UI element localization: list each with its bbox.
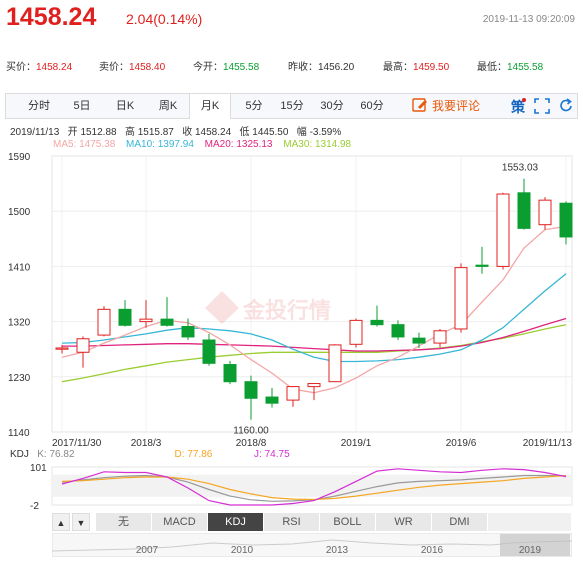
kdj-legend: KDJ K: 76.82 D: 77.86 J: 74.75 (10, 449, 290, 460)
candle-body[interactable] (118, 308, 132, 326)
candle-body[interactable] (475, 264, 489, 267)
tab-dmi[interactable]: DMI (432, 513, 488, 531)
x-tick-label: 2019/1 (341, 438, 372, 448)
max-price-annotation: 1553.03 (502, 163, 539, 174)
navigator-year-label: 2016 (421, 545, 444, 556)
candle-body[interactable] (307, 383, 321, 388)
high-price: 最高：1459.50 (383, 62, 450, 73)
y-tick-label: 1230 (8, 373, 31, 384)
watermark: 金投行情 (205, 291, 331, 324)
quote-header: 1458.24 2.04(0.14%) 2019-11-13 09:20:09 (0, 0, 583, 38)
tab-intraday[interactable]: 分时 (21, 94, 57, 118)
indicator-tabs: 无 MACD KDJ RSI BOLL WR DMI (96, 513, 572, 531)
x-tick-label: 2018/8 (236, 438, 267, 448)
prev-close-price: 昨收：1456.20 (288, 62, 355, 73)
tab-weekly[interactable]: 周K (150, 94, 186, 118)
y-tick-label: 1590 (8, 152, 31, 163)
svg-text:金投行情: 金投行情 (242, 298, 331, 323)
x-tick-label: 2019/11/13 (523, 438, 573, 448)
candle-body[interactable] (97, 308, 111, 336)
tab-macd[interactable]: MACD (152, 513, 208, 531)
kdj-chart[interactable]: 101 -2 (0, 461, 583, 511)
buy-price: 买价：1458.24 (6, 62, 73, 73)
quote-datetime: 2019-11-13 09:20:09 (482, 14, 575, 25)
candle-body[interactable] (454, 267, 468, 330)
tab-5min[interactable]: 5分 (236, 94, 272, 118)
scroll-up-button[interactable]: ▲ (52, 513, 70, 531)
refresh-icon[interactable] (558, 98, 574, 114)
candle-body[interactable] (433, 330, 447, 344)
min-price-annotation: 1160.00 (233, 426, 269, 437)
comment-button[interactable]: 我要评论 (412, 94, 480, 118)
scroll-down-button[interactable]: ▼ (72, 513, 90, 531)
sell-price: 卖价：1458.40 (99, 62, 166, 73)
candle-body[interactable] (139, 318, 153, 323)
tab-spacer (488, 513, 572, 531)
candle-body[interactable] (244, 381, 258, 399)
open-price: 今开：1455.58 (193, 62, 260, 73)
tab-boll[interactable]: BOLL (320, 513, 376, 531)
candle-body[interactable] (160, 318, 174, 326)
tab-5day[interactable]: 5日 (64, 94, 100, 118)
kdj-y-tick: -2 (30, 501, 39, 511)
current-price: 1458.24 (6, 3, 97, 31)
navigator-year-label: 2019 (519, 545, 542, 556)
tab-rsi[interactable]: RSI (264, 513, 320, 531)
tab-daily[interactable]: 日K (107, 94, 143, 118)
candle-body[interactable] (391, 324, 405, 338)
candle-body[interactable] (328, 344, 342, 383)
x-tick-label: 2017/11/30 (52, 438, 102, 448)
edit-comment-icon (412, 98, 427, 112)
candle-body[interactable] (412, 337, 426, 344)
candle-body[interactable] (517, 192, 531, 229)
candle-body[interactable] (496, 193, 510, 267)
candle-body[interactable] (559, 202, 573, 238)
candle-body[interactable] (370, 319, 384, 326)
candle-info-row: 2019/11/13 开 1512.88 高 1515.87 收 1458.24… (10, 127, 342, 138)
low-price: 最低：1455.58 (477, 62, 544, 73)
y-tick-label: 1410 (8, 262, 31, 273)
tab-kdj[interactable]: KDJ (208, 513, 264, 531)
y-tick-label: 1320 (8, 318, 31, 329)
tab-wr[interactable]: WR (376, 513, 432, 531)
navigator-year-label: 2007 (136, 545, 159, 556)
candle-body[interactable] (181, 326, 195, 338)
y-tick-label: 1140 (8, 428, 30, 439)
tab-15min[interactable]: 15分 (274, 94, 310, 118)
tab-monthly[interactable]: 月K (189, 94, 231, 119)
candle-body[interactable] (202, 339, 216, 364)
tab-60min[interactable]: 60分 (354, 94, 390, 118)
strategy-icon[interactable]: 策 (510, 98, 526, 114)
quote-summary-row: 买价：1458.24 卖价：1458.40 今开：1455.58 昨收：1456… (0, 55, 583, 75)
candle-body[interactable] (265, 396, 279, 404)
navigator-year-label: 2010 (231, 545, 254, 556)
ma30-line (61, 324, 567, 383)
candle-body[interactable] (55, 347, 69, 350)
x-tick-label: 2018/3 (131, 438, 162, 448)
kline-chart[interactable]: 金投行情 1590 1500 1410 1320 1230 1140 2017/11/30… (0, 148, 583, 448)
candle-body[interactable] (76, 338, 90, 353)
candle-body[interactable] (538, 199, 552, 226)
price-change: 2.04(0.14%) (126, 11, 203, 27)
candle-body[interactable] (286, 386, 300, 401)
fullscreen-icon[interactable] (534, 98, 550, 114)
time-navigator[interactable]: 2007 2010 2013 2016 2019 (52, 533, 572, 557)
period-tabs: 分时 5日 日K 周K 月K 5分 15分 30分 60分 我要评论 策 (5, 93, 578, 119)
x-tick-label: 2019/6 (446, 438, 477, 448)
candle-body[interactable] (349, 319, 363, 345)
navigator-year-label: 2013 (326, 545, 349, 556)
tab-30min[interactable]: 30分 (314, 94, 350, 118)
kdj-y-tick: 101 (30, 463, 47, 474)
candle-body[interactable] (223, 364, 237, 383)
tab-none[interactable]: 无 (96, 513, 152, 531)
y-tick-label: 1500 (8, 207, 31, 218)
